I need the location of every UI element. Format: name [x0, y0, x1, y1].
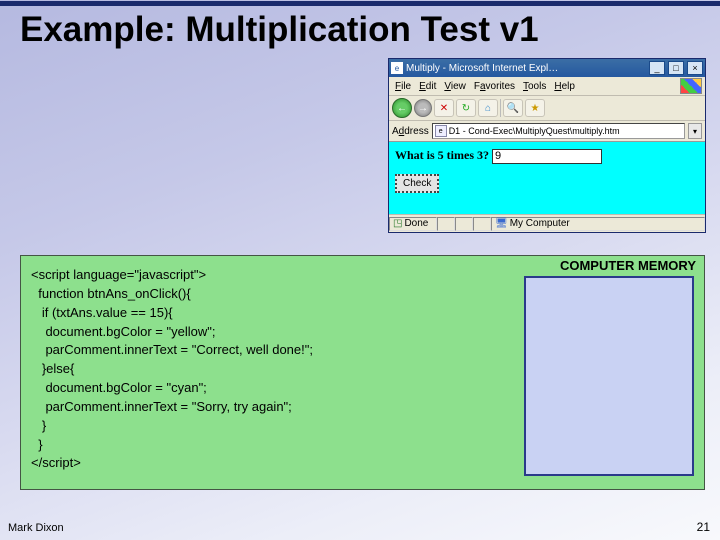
status-done: ◳ Done — [389, 217, 437, 231]
status-my-computer-text: My Computer — [510, 218, 570, 229]
window-title-text: Multiply - Microsoft Internet Expl… — [406, 63, 646, 74]
menu-help[interactable]: Help — [551, 80, 578, 93]
address-dropdown[interactable]: ▾ — [688, 123, 702, 139]
code-panel: COMPUTER MEMORY <script language="javasc… — [20, 255, 705, 490]
menu-tools[interactable]: Tools — [520, 80, 549, 93]
browser-toolbar: ← → ✕ ↻ ⌂ 🔍 ★ — [389, 96, 705, 121]
status-spacer-3 — [473, 217, 491, 231]
ie-favicon: e — [391, 62, 403, 74]
minimize-button[interactable]: _ — [649, 61, 665, 75]
address-label: Address — [392, 126, 429, 137]
menu-view[interactable]: View — [441, 80, 469, 93]
close-button[interactable]: × — [687, 61, 703, 75]
status-spacer-2 — [455, 217, 473, 231]
toolbar-separator — [500, 99, 501, 117]
status-zone: 🖥 My Computer — [491, 217, 705, 231]
computer-memory-box — [524, 276, 694, 476]
refresh-button[interactable]: ↻ — [456, 99, 476, 117]
favorites-button[interactable]: ★ — [525, 99, 545, 117]
browser-window: e Multiply - Microsoft Internet Expl… _ … — [388, 58, 706, 233]
stop-button[interactable]: ✕ — [434, 99, 454, 117]
check-button[interactable]: Check — [395, 174, 439, 193]
status-done-text: Done — [404, 218, 428, 229]
page-icon: e — [435, 125, 447, 137]
slide-title: Example: Multiplication Test v1 — [20, 10, 539, 50]
footer-author: Mark Dixon — [8, 522, 64, 534]
menu-edit[interactable]: Edit — [416, 80, 439, 93]
windows-logo-icon — [680, 78, 702, 94]
menu-favorites[interactable]: Favorites — [471, 80, 518, 93]
maximize-button[interactable]: □ — [668, 61, 684, 75]
slide-accent-bar — [0, 1, 720, 6]
my-computer-icon: 🖥 — [495, 218, 508, 229]
menu-file[interactable]: File — [392, 80, 414, 93]
done-icon: ◳ — [393, 218, 402, 229]
browser-menubar: File Edit View Favorites Tools Help — [389, 77, 705, 96]
search-button[interactable]: 🔍 — [503, 99, 523, 117]
question-text: What is 5 times 3? — [395, 148, 489, 162]
computer-memory-label: COMPUTER MEMORY — [560, 258, 696, 273]
forward-button[interactable]: → — [414, 99, 432, 117]
browser-content: What is 5 times 3? Check — [389, 142, 705, 214]
home-button[interactable]: ⌂ — [478, 99, 498, 117]
status-spacer-1 — [437, 217, 455, 231]
address-bar: Address e D1 - Cond-Exec\MultiplyQuest\m… — [389, 121, 705, 142]
answer-input[interactable] — [492, 149, 602, 164]
browser-statusbar: ◳ Done 🖥 My Computer — [389, 214, 705, 232]
address-value: D1 - Cond-Exec\MultiplyQuest\multiply.ht… — [449, 126, 620, 136]
footer-page-number: 21 — [697, 520, 710, 534]
browser-titlebar: e Multiply - Microsoft Internet Expl… _ … — [389, 59, 705, 77]
back-button[interactable]: ← — [392, 98, 412, 118]
address-input[interactable]: e D1 - Cond-Exec\MultiplyQuest\multiply.… — [432, 123, 685, 139]
code-block: <script language="javascript"> function … — [31, 266, 501, 473]
